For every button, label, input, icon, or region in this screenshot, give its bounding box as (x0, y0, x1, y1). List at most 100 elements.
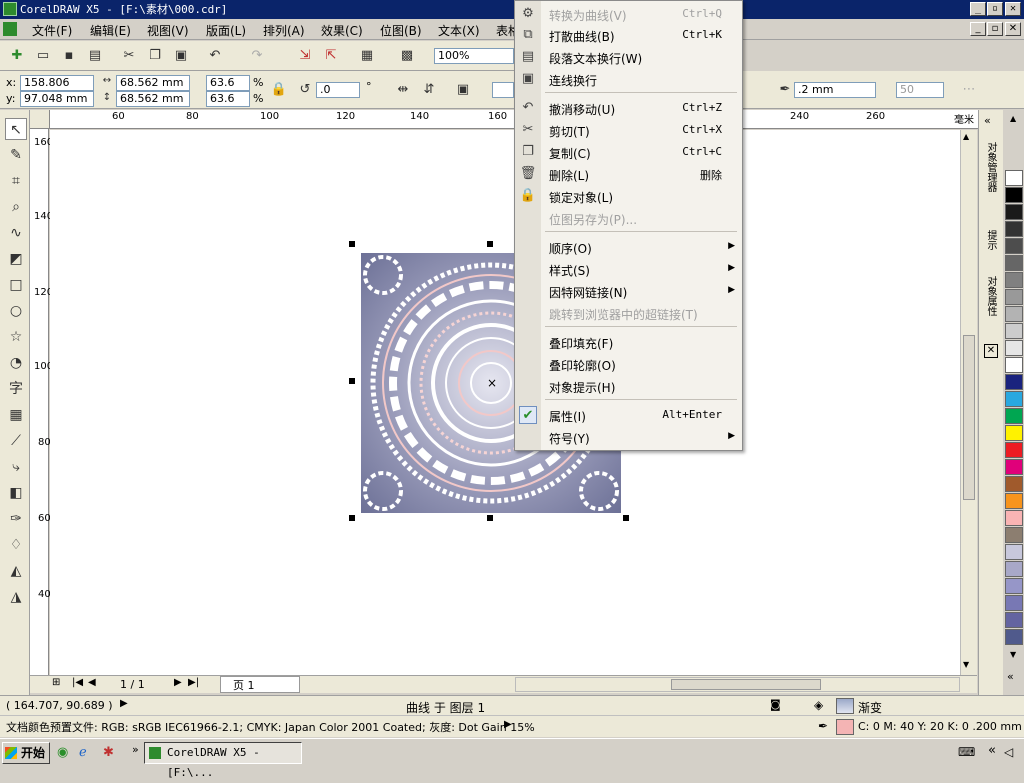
color-swatch[interactable] (1005, 493, 1023, 509)
color-swatch[interactable] (1005, 561, 1023, 577)
selection-handle[interactable] (349, 378, 355, 384)
page-tab[interactable]: 页 1 (220, 676, 300, 693)
context-menu-item[interactable]: ❐ 复制(C) Ctrl+C (515, 142, 742, 162)
next-page-icon[interactable]: ▶ (174, 677, 182, 688)
context-menu-item[interactable]: 叠印填充(F) (515, 332, 742, 352)
scroll-up-icon[interactable]: ▲ (963, 132, 969, 141)
context-menu-item[interactable]: 符号(Y) ▶ (515, 427, 742, 447)
curve-smoothing-field[interactable]: 50 (896, 82, 944, 98)
docker-tab-hints[interactable]: 提示 (984, 230, 998, 250)
x-position-field[interactable]: 158.806 mm (20, 75, 94, 103)
paste-icon[interactable]: ▣ (172, 47, 190, 65)
vertical-scrollbar[interactable]: ▲ ▼ (960, 130, 977, 675)
crop-tool-icon[interactable]: ⌗ (5, 170, 27, 192)
color-swatch[interactable] (1005, 306, 1023, 322)
y-position-field[interactable]: 97.048 mm (20, 91, 94, 107)
rotation-field[interactable]: .0 (316, 82, 360, 98)
color-swatch[interactable] (1005, 323, 1023, 339)
close-button[interactable]: ✕ (1005, 2, 1021, 16)
menu-file[interactable]: 文件(F) (32, 22, 72, 39)
interactive-effects-icon[interactable]: ◧ (5, 482, 27, 504)
color-swatch[interactable] (1005, 204, 1023, 220)
palette-scroll-up-icon[interactable]: ▲ (1010, 114, 1016, 123)
last-page-icon[interactable]: ▶| (188, 677, 199, 688)
scale-y-field[interactable]: 63.6 (206, 91, 250, 107)
color-proof-icon[interactable]: ◙ (770, 698, 781, 711)
context-menu-item[interactable]: 顺序(O) ▶ (515, 237, 742, 257)
dimension-tool-icon[interactable]: ⟋ (5, 430, 27, 452)
fill-bucket-icon[interactable]: ◭ (5, 560, 27, 582)
application-launcher-icon[interactable]: ▦ (358, 47, 376, 65)
color-swatch[interactable] (1005, 357, 1023, 373)
quicklaunch-more-icon[interactable]: » (132, 743, 139, 756)
collapse-docker-icon[interactable]: « (984, 114, 991, 127)
open-folder-icon[interactable]: ▭ (34, 47, 52, 65)
add-page-icon[interactable]: ⊞ (52, 677, 60, 688)
table-tool-icon[interactable]: ▦ (5, 404, 27, 426)
zoom-tool-icon[interactable]: ⌕ (5, 196, 27, 218)
selection-handle[interactable] (623, 515, 629, 521)
chrome-icon[interactable]: ◉ (57, 745, 68, 760)
auto-close-icon[interactable]: ⋯ (960, 81, 978, 99)
color-swatch[interactable] (1005, 255, 1023, 271)
horizontal-scrollbar[interactable] (515, 677, 960, 692)
color-swatch[interactable] (1005, 578, 1023, 594)
tray-expand-icon[interactable]: « (988, 743, 996, 758)
menu-view[interactable]: 视图(V) (147, 22, 189, 39)
shape-tool-icon[interactable]: ✎ (5, 144, 27, 166)
context-menu-item[interactable]: ⧉ 打散曲线(B) Ctrl+K (515, 25, 742, 45)
fill-swatch[interactable] (836, 698, 854, 714)
color-swatch[interactable] (1005, 544, 1023, 560)
color-swatch[interactable] (1005, 391, 1023, 407)
lock-ratio-icon[interactable]: 🔒 (270, 81, 288, 99)
maximize-button[interactable]: ▫ (987, 2, 1003, 16)
palette-flyout-icon[interactable]: « (1007, 670, 1014, 683)
app-quicklaunch-icon[interactable]: ✱ (103, 745, 114, 760)
menu-bitmaps[interactable]: 位图(B) (380, 22, 422, 39)
basic-shapes-icon[interactable]: ◔ (5, 352, 27, 374)
doc-restore-button[interactable]: ▫ (987, 22, 1003, 36)
color-swatch[interactable] (1005, 221, 1023, 237)
copy-icon[interactable]: ❐ (146, 47, 164, 65)
color-swatch[interactable] (1005, 170, 1023, 186)
color-swatch[interactable] (1005, 476, 1023, 492)
cut-icon[interactable]: ✂ (120, 47, 138, 65)
outline-swatch[interactable] (836, 719, 854, 735)
context-menu-item[interactable]: ▤ 段落文本换行(W) (515, 47, 742, 67)
connector-tool-icon[interactable]: ⤷ (5, 456, 27, 478)
color-swatch[interactable] (1005, 238, 1023, 254)
mirror-vertical-icon[interactable]: ⇵ (420, 81, 438, 99)
context-menu-item[interactable]: 因特网链接(N) ▶ (515, 281, 742, 301)
profile-arrow-icon[interactable]: ▶ (504, 719, 512, 730)
color-swatch[interactable] (1005, 612, 1023, 628)
color-swatch[interactable] (1005, 289, 1023, 305)
import-icon[interactable]: ⇲ (296, 47, 314, 65)
context-menu-item[interactable]: ▣ 连线换行 (515, 69, 742, 89)
docker-tab-object-manager[interactable]: 对象管理器 (984, 142, 998, 192)
scale-x-field[interactable]: 63.6 (206, 75, 250, 91)
rectangle-tool-icon[interactable]: □ (5, 274, 27, 296)
menu-edit[interactable]: 编辑(E) (90, 22, 131, 39)
ie-icon[interactable]: ℯ (79, 745, 87, 760)
minimize-button[interactable]: _ (970, 2, 986, 16)
color-swatch[interactable] (1005, 272, 1023, 288)
mirror-horizontal-icon[interactable]: ⇹ (394, 81, 412, 99)
drawing-canvas[interactable]: × (50, 130, 960, 676)
context-menu-item[interactable]: 样式(S) ▶ (515, 259, 742, 279)
redo-icon[interactable]: ↷ (248, 47, 266, 65)
color-swatch[interactable] (1005, 459, 1023, 475)
eyedropper-icon[interactable]: ✑ (5, 508, 27, 530)
close-docker-icon[interactable]: ✕ (984, 344, 998, 358)
taskbar-coreldraw-button[interactable]: CorelDRAW X5 - [F:\... (144, 742, 302, 779)
polygon-tool-icon[interactable]: ☆ (5, 326, 27, 348)
color-swatch[interactable] (1005, 442, 1023, 458)
ruler-origin[interactable] (30, 110, 50, 129)
color-swatch[interactable] (1005, 374, 1023, 390)
context-menu-item[interactable]: ✂ 剪切(T) Ctrl+X (515, 120, 742, 140)
outline-pen-icon[interactable]: ♢ (5, 534, 27, 556)
smart-fill-icon[interactable]: ◩ (5, 248, 27, 270)
selection-handle[interactable] (487, 241, 493, 247)
color-swatch[interactable] (1005, 527, 1023, 543)
color-swatch[interactable] (1005, 510, 1023, 526)
new-document-icon[interactable]: ✚ (8, 47, 26, 65)
